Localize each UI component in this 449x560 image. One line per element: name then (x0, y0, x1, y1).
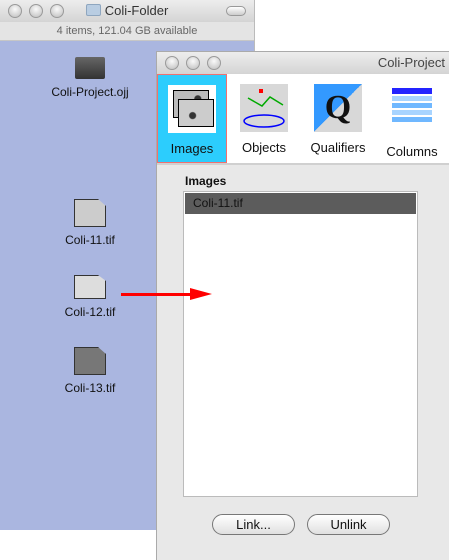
folder-icon (85, 4, 101, 16)
tif-image-icon (74, 347, 106, 375)
zoom-button[interactable] (207, 56, 221, 70)
file-coli-project[interactable]: Coli-Project.ojj (30, 57, 150, 99)
file-coli-11[interactable]: Coli-11.tif (30, 199, 150, 247)
zoom-button[interactable] (50, 4, 64, 18)
images-icon (168, 85, 216, 133)
tab-images[interactable]: Images (157, 74, 227, 163)
minimize-button[interactable] (186, 56, 200, 70)
tab-columns[interactable]: Columns (375, 74, 449, 163)
tab-objects[interactable]: Objects (227, 74, 301, 163)
finder-title-bar[interactable]: Coli-Folder (0, 0, 254, 22)
project-window: Coli-Project Images Objects Q Qualifiers… (156, 51, 449, 560)
toolbar: Images Objects Q Qualifiers Columns (157, 74, 449, 165)
file-label: Coli-12.tif (64, 305, 116, 319)
file-label: Coli-11.tif (65, 233, 115, 247)
arrow-head-icon (190, 288, 212, 300)
finder-status: 4 items, 121.04 GB available (0, 22, 254, 41)
finder-title: Coli-Folder (104, 3, 169, 18)
close-button[interactable] (8, 4, 22, 18)
tab-label: Images (170, 141, 214, 156)
tab-label: Qualifiers (310, 140, 366, 155)
project-file-icon (75, 57, 105, 79)
columns-icon (392, 88, 432, 136)
file-coli-13[interactable]: Coli-13.tif (30, 347, 150, 395)
list-item[interactable]: Coli-11.tif (185, 193, 416, 214)
qualifiers-icon: Q (314, 84, 362, 132)
toolbar-toggle-button[interactable] (226, 6, 246, 16)
tif-image-icon (74, 199, 106, 227)
minimize-button[interactable] (29, 4, 43, 18)
section-label: Images (185, 174, 227, 188)
tab-qualifiers[interactable]: Q Qualifiers (301, 74, 375, 163)
tab-label: Columns (386, 144, 438, 159)
file-coli-12[interactable]: Coli-12.tif (30, 275, 150, 319)
project-title-bar[interactable]: Coli-Project (157, 52, 449, 74)
link-button[interactable]: Link... (212, 514, 295, 535)
drag-arrow (121, 293, 191, 296)
tab-label: Objects (241, 140, 287, 155)
unlink-button[interactable]: Unlink (307, 514, 390, 535)
objects-icon (240, 84, 288, 132)
images-list[interactable]: Coli-11.tif (183, 191, 418, 497)
close-button[interactable] (165, 56, 179, 70)
project-title: Coli-Project (377, 55, 445, 70)
file-label: Coli-Project.ojj (51, 85, 129, 99)
tif-image-icon (74, 275, 106, 299)
file-label: Coli-13.tif (64, 381, 116, 395)
